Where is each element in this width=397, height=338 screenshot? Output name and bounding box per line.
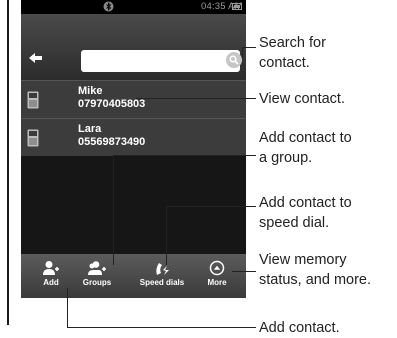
- contact-number: 07970405803: [78, 98, 146, 110]
- contact-name: Lara: [78, 123, 102, 135]
- bottom-toolbar: Add Groups Speed dials More: [21, 254, 246, 298]
- contact-name: Mike: [78, 85, 103, 97]
- phone-icon: [27, 91, 39, 109]
- more-button[interactable]: More: [196, 254, 238, 298]
- contact-row[interactable]: Lara 05569873490: [21, 118, 246, 156]
- more-label: More: [207, 278, 227, 287]
- page-margin-line: [7, 0, 9, 325]
- callout-add-group: Add contact to a group.: [259, 130, 352, 166]
- leader-line: [113, 155, 114, 265]
- add-label: Add: [43, 278, 59, 287]
- callout-add-contact: Add contact.: [259, 320, 340, 336]
- leader-line: [166, 206, 167, 265]
- leader-line: [136, 98, 256, 99]
- callout-view-contact: View contact.: [259, 91, 345, 107]
- speed-dials-button[interactable]: Speed dials: [134, 254, 190, 298]
- status-bar: 04:35 AM: [21, 0, 246, 14]
- search-bar: [21, 14, 246, 80]
- speed-dial-icon: [156, 263, 169, 275]
- callout-more: View memory status, and more.: [259, 252, 372, 288]
- contact-row[interactable]: Mike 07970405803: [21, 80, 246, 118]
- bluetooth-icon: [103, 1, 114, 12]
- leader-line: [67, 327, 256, 328]
- phone-screen: 04:35 AM Mike 07970405803 Lara 055698734…: [21, 0, 246, 298]
- leader-line: [113, 155, 256, 156]
- groups-button[interactable]: Groups: [69, 254, 125, 298]
- leader-line: [242, 47, 243, 58]
- leader-line: [67, 288, 68, 327]
- empty-list-area: [21, 156, 246, 254]
- add-button[interactable]: Add: [31, 254, 71, 298]
- search-icon[interactable]: [226, 52, 242, 68]
- more-icon: [209, 260, 225, 276]
- back-arrow-icon[interactable]: [25, 47, 47, 69]
- speed-dials-label: Speed dials: [139, 278, 185, 287]
- phone-icon: [27, 129, 39, 147]
- callout-search: Search for contact.: [259, 35, 326, 71]
- groups-label: Groups: [82, 278, 112, 287]
- add-group-icon: [88, 261, 106, 275]
- leader-line: [166, 206, 256, 207]
- contact-number: 05569873490: [78, 136, 146, 148]
- battery-icon: [232, 3, 242, 10]
- callout-speed-dial: Add contact to speed dial.: [259, 195, 352, 231]
- add-contact-icon: [43, 261, 59, 275]
- search-input[interactable]: [81, 50, 240, 72]
- leader-line: [242, 47, 256, 48]
- leader-line: [232, 271, 256, 272]
